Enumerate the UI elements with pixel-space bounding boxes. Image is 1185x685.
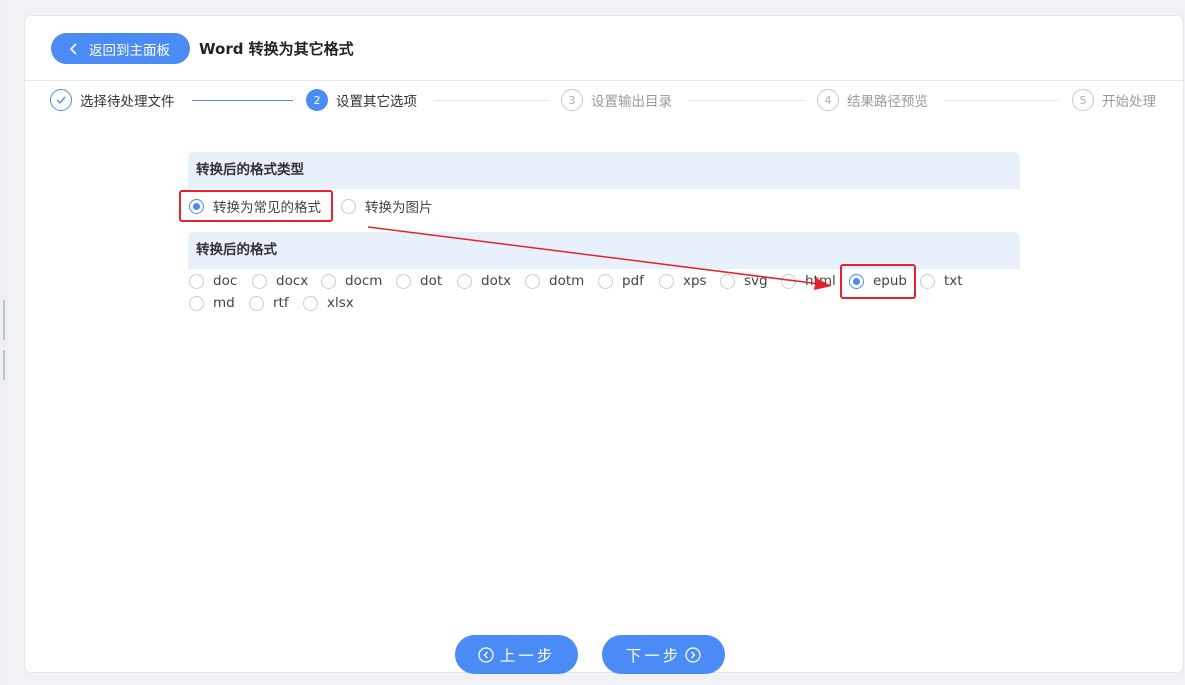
radio-dotm[interactable]: dotm [525,271,584,291]
radio-label: dotm [549,273,585,289]
radio-dot [303,295,318,311]
step-4[interactable]: 4 结果路径预览 [817,88,928,112]
radio-label: 转换为图片 [365,200,433,216]
radio-image-format[interactable]: 转换为图片 [341,196,433,216]
step-3-number: 3 [561,89,583,111]
radio-label: svg [744,273,768,289]
circle-chevron-left-icon [478,646,494,663]
step-5[interactable]: 5 开始处理 [1072,88,1156,112]
step-5-label: 开始处理 [1102,94,1156,110]
radio-dot [598,273,613,289]
radio-label: doc [213,273,238,289]
step-4-number: 4 [817,89,839,111]
previous-step-label: 上一步 [499,646,556,665]
step-3[interactable]: 3 设置输出目录 [561,88,672,112]
radio-label: html [805,273,836,289]
step-1[interactable]: 选择待处理文件 [50,88,175,112]
radio-dot [252,273,267,289]
radio-dot [781,273,796,289]
radio-label: xps [683,273,707,289]
radio-txt[interactable]: txt [920,271,963,291]
radio-label: dot [420,273,443,289]
back-button-label: 返回到主面板 [89,42,170,59]
radio-dot [659,273,674,289]
next-step-button[interactable]: 下一步 [602,635,725,674]
radio-dot [189,295,204,311]
radio-dot [189,273,204,289]
radio-dot [525,273,540,289]
highlight-box-epub [840,264,916,299]
radio-md[interactable]: md [189,293,235,313]
radio-label: txt [944,273,963,289]
step-5-number: 5 [1072,89,1094,111]
radio-xlsx[interactable]: xlsx [303,293,354,313]
circle-chevron-right-icon [685,646,701,663]
radio-label: xlsx [327,295,354,311]
radio-html[interactable]: html [781,271,836,291]
radio-label: pdf [622,273,644,289]
next-step-label: 下一步 [625,646,682,665]
radio-label: docm [345,273,383,289]
chevron-left-icon [69,42,77,55]
step-2[interactable]: 2 设置其它选项 [306,88,417,112]
radio-xps[interactable]: xps [659,271,707,291]
edge-marker [3,300,5,340]
radio-doc[interactable]: doc [189,271,237,291]
radio-dot [249,295,264,311]
step-1-check-icon [50,89,72,111]
radio-svg[interactable]: svg [720,271,768,291]
radio-dot [321,273,336,289]
step-connector [945,100,1059,101]
page-title: Word 转换为其它格式 [199,40,354,58]
step-1-label: 选择待处理文件 [80,94,175,110]
left-window-edge [0,0,8,685]
radio-label: docx [276,273,309,289]
radio-pdf[interactable]: pdf [598,271,644,291]
edge-marker [3,350,5,380]
step-connector [689,100,804,101]
radio-rtf[interactable]: rtf [249,293,289,313]
step-4-label: 结果路径预览 [847,94,928,110]
step-2-number: 2 [306,89,328,111]
step-connector [434,100,548,101]
step-3-label: 设置输出目录 [591,94,672,110]
radio-label: dotx [481,273,512,289]
radio-label: rtf [273,295,289,311]
radio-dot [920,273,935,289]
radio-docx[interactable]: docx [252,271,308,291]
format-type-heading: 转换后的格式类型 [188,152,1020,189]
radio-docm[interactable]: docm [321,271,382,291]
highlight-box-common-format [179,190,333,222]
radio-dot [341,198,356,214]
radio-dot [396,273,411,289]
step-2-label: 设置其它选项 [336,94,417,110]
back-to-dashboard-button[interactable]: 返回到主面板 [51,33,190,64]
page-header: 返回到主面板 Word 转换为其它格式 [25,16,1183,81]
main-panel: 返回到主面板 Word 转换为其它格式 [24,15,1184,673]
radio-label: md [213,295,235,311]
radio-dotx[interactable]: dotx [457,271,511,291]
radio-dot [457,273,472,289]
radio-dot [720,273,735,289]
step-connector [192,100,293,101]
previous-step-button[interactable]: 上一步 [455,635,578,674]
radio-dot-format[interactable]: dot [396,271,442,291]
